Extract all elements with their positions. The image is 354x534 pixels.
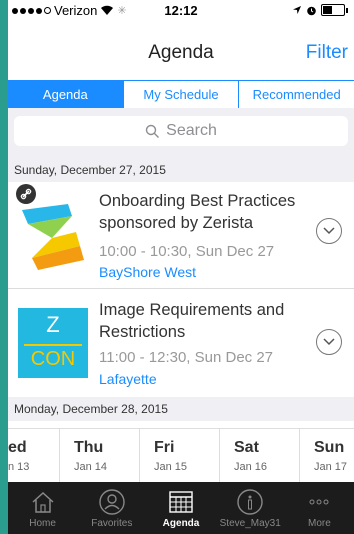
tab-my-schedule[interactable]: My Schedule — [124, 81, 240, 108]
chevron-down-icon[interactable] — [316, 218, 342, 244]
session-time: 10:00 - 10:30, Sun Dec 27 — [99, 243, 275, 260]
phone-screen: Verizon ✳ 12:12 Agenda Filter Agenda My … — [8, 0, 354, 534]
tabbar-steve[interactable]: Steve_May31 — [216, 482, 285, 534]
section-header: Sunday, December 27, 2015 — [8, 158, 354, 182]
battery-icon — [321, 4, 345, 16]
tab-agenda[interactable]: Agenda — [8, 81, 124, 108]
zcon-logo-bottom: CON — [24, 344, 82, 371]
location-icon — [293, 6, 301, 14]
calendar-icon — [169, 491, 193, 513]
filter-button[interactable]: Filter — [306, 42, 348, 64]
tabbar-label: Agenda — [162, 518, 200, 529]
battery-tip — [346, 7, 348, 13]
link-icon — [16, 184, 36, 204]
search-input[interactable]: Search — [14, 116, 348, 146]
alarm-icon — [307, 6, 316, 15]
date-day: ed — [8, 439, 27, 456]
tabbar-agenda[interactable]: Agenda — [146, 482, 215, 534]
session-row[interactable]: Onboarding Best Practices sponsored by Z… — [8, 182, 354, 288]
session-title: Image Requirements and Restrictions — [99, 301, 285, 341]
person-icon — [99, 489, 125, 515]
search-placeholder: Search — [166, 122, 217, 139]
chevron-down-icon[interactable] — [316, 329, 342, 355]
tabbar-label: Home — [29, 518, 56, 529]
date-item[interactable]: Sat Jan 16 — [220, 429, 300, 483]
search-area: Search — [8, 108, 354, 158]
search-icon — [145, 124, 160, 138]
section-header: Monday, December 28, 2015 — [8, 397, 354, 421]
info-icon — [237, 489, 263, 515]
zerista-logo — [22, 204, 84, 270]
date-date: Jan 17 — [314, 461, 348, 473]
tabbar-label: Steve_May31 — [219, 518, 281, 529]
status-right — [292, 4, 348, 16]
session-row[interactable]: Z CON Image Requirements and Restriction… — [8, 289, 354, 397]
session-time: 11:00 - 12:30, Sun Dec 27 — [99, 349, 274, 366]
tabbar-more[interactable]: More — [285, 482, 354, 534]
date-date: Jan 15 — [154, 461, 188, 473]
session-room[interactable]: Lafayette — [99, 371, 157, 387]
session-room[interactable]: BayShore West — [99, 264, 196, 280]
tab-recommended[interactable]: Recommended — [239, 81, 354, 108]
date-date: Jan 16 — [234, 461, 268, 473]
date-strip: ed n 13 Thu Jan 14 Fri Jan 15 Sat Jan 16… — [8, 428, 354, 483]
date-item[interactable]: Fri Jan 15 — [140, 429, 220, 483]
date-day: Sat — [234, 439, 259, 456]
date-day: Sun — [314, 439, 345, 456]
zcon-logo: Z CON — [18, 308, 88, 378]
segmented-control: Agenda My Schedule Recommended — [8, 80, 354, 109]
date-date: n 13 — [8, 461, 30, 473]
home-icon — [32, 491, 54, 513]
navigation-bar: Agenda Filter — [8, 30, 354, 74]
tabbar-label: More — [308, 518, 331, 529]
session-title: Onboarding Best Practices sponsored by Z… — [99, 192, 296, 232]
page-title: Agenda — [148, 42, 214, 63]
tabbar-favorites[interactable]: Favorites — [77, 482, 146, 534]
battery-level — [323, 6, 332, 14]
tabbar-label: Favorites — [91, 518, 133, 529]
date-item[interactable]: ed n 13 — [8, 429, 60, 483]
date-item[interactable]: Sun Jan 17 — [300, 429, 354, 483]
tabbar-home[interactable]: Home — [8, 482, 77, 534]
tab-bar: Home Favorites Agenda Steve_May31 More — [8, 482, 354, 534]
date-day: Thu — [74, 439, 104, 456]
more-icon — [309, 499, 329, 505]
status-bar: Verizon ✳ 12:12 — [8, 0, 354, 22]
date-item[interactable]: Thu Jan 14 — [60, 429, 140, 483]
date-day: Fri — [154, 439, 175, 456]
zcon-logo-top: Z — [46, 312, 60, 337]
date-date: Jan 14 — [74, 461, 108, 473]
